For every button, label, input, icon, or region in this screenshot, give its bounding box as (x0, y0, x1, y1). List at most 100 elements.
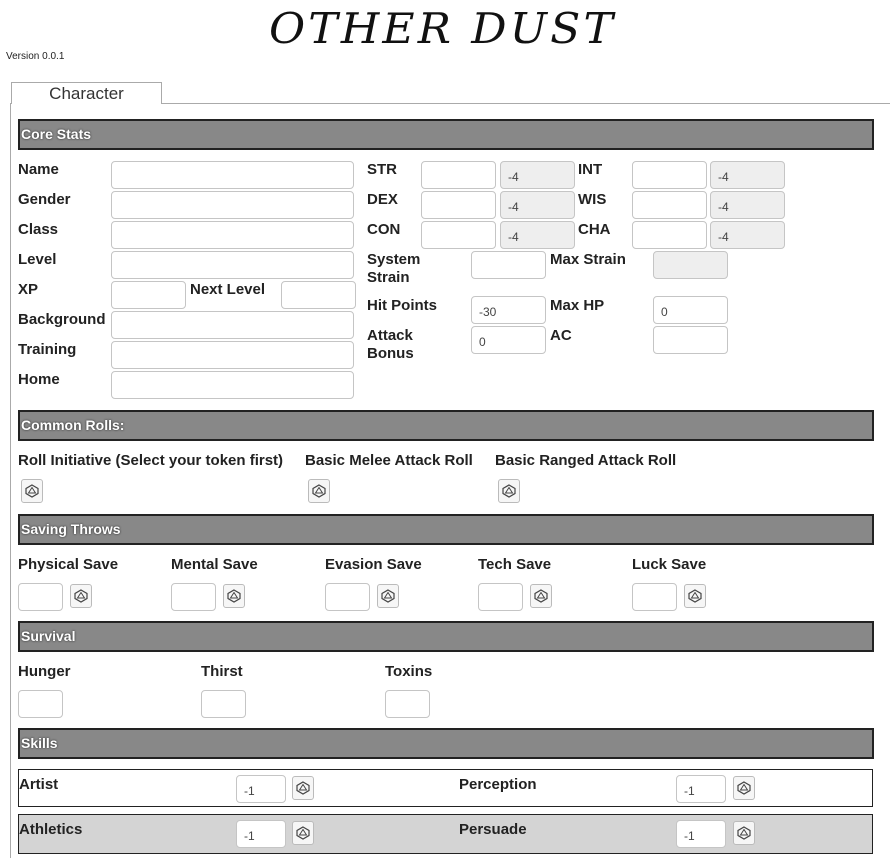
skill-persuade-input[interactable]: -1 (676, 820, 726, 848)
dice-icon (74, 589, 88, 603)
con-input[interactable] (421, 221, 496, 249)
background-label: Background (18, 311, 106, 328)
dex-label: DEX (367, 191, 398, 208)
dice-icon (688, 589, 702, 603)
dice-icon (296, 781, 310, 795)
xp-input[interactable] (111, 281, 186, 309)
mental-save-input[interactable] (171, 583, 216, 611)
attack-bonus-input[interactable]: 0 (471, 326, 546, 354)
evasion-save-label: Evasion Save (325, 556, 422, 573)
app-title: OTHER DUST (268, 4, 617, 53)
name-label: Name (18, 161, 59, 178)
system-strain-input[interactable] (471, 251, 546, 279)
toxins-input[interactable] (385, 690, 430, 718)
ac-label: AC (550, 327, 572, 344)
evasion-save-input[interactable] (325, 583, 370, 611)
section-header-common-rolls: Common Rolls: (18, 410, 874, 441)
xp-label: XP (18, 281, 39, 298)
gender-input[interactable] (111, 191, 354, 219)
attack-bonus-label-line1: Attack (367, 327, 413, 344)
dice-icon (534, 589, 548, 603)
physical-save-roll-button[interactable] (70, 584, 92, 608)
skill-name-artist: Artist (19, 776, 59, 793)
basic-melee-roll-button[interactable] (308, 479, 330, 503)
mental-save-label: Mental Save (171, 556, 258, 573)
dice-icon (296, 826, 310, 840)
dex-modifier: -4 (500, 191, 575, 219)
wis-input[interactable] (632, 191, 707, 219)
section-title: Saving Throws (21, 521, 121, 537)
next-level-input[interactable] (281, 281, 356, 309)
gender-label: Gender (18, 191, 71, 208)
hunger-label: Hunger (18, 663, 71, 680)
cha-modifier: -4 (710, 221, 785, 249)
str-modifier: -4 (500, 161, 575, 189)
dex-input[interactable] (421, 191, 496, 219)
cha-input[interactable] (632, 221, 707, 249)
skill-name-athletics: Athletics (19, 821, 83, 838)
int-input[interactable] (632, 161, 707, 189)
dice-icon (737, 826, 751, 840)
attack-bonus-label: Attack Bonus (367, 327, 414, 363)
basic-ranged-label: Basic Ranged Attack Roll (495, 452, 677, 469)
name-input[interactable] (111, 161, 354, 189)
toxins-label: Toxins (385, 663, 433, 680)
next-level-label: Next Level (190, 281, 266, 298)
max-hp-input[interactable]: 0 (653, 296, 728, 324)
background-input[interactable] (111, 311, 354, 339)
class-input[interactable] (111, 221, 354, 249)
system-strain-label-line1: System (367, 251, 421, 268)
skill-artist-roll-button[interactable] (292, 776, 314, 800)
dice-icon (502, 484, 516, 498)
max-hp-label: Max HP (550, 297, 605, 314)
dice-icon (25, 484, 39, 498)
skill-perception-input[interactable]: -1 (676, 775, 726, 803)
section-title: Core Stats (21, 126, 92, 142)
skill-perception-roll-button[interactable] (733, 776, 755, 800)
con-modifier: -4 (500, 221, 575, 249)
str-input[interactable] (421, 161, 496, 189)
tech-save-input[interactable] (478, 583, 523, 611)
system-strain-label: System Strain (367, 251, 420, 287)
section-title: Survival (21, 628, 76, 644)
roll-initiative-button[interactable] (21, 479, 43, 503)
skill-artist-input[interactable]: -1 (236, 775, 286, 803)
dice-icon (737, 781, 751, 795)
home-input[interactable] (111, 371, 354, 399)
int-label: INT (578, 161, 603, 178)
basic-ranged-roll-button[interactable] (498, 479, 520, 503)
thirst-input[interactable] (201, 690, 246, 718)
section-title: Common Rolls: (21, 417, 125, 433)
section-header-core-stats: Core Stats (18, 119, 874, 150)
physical-save-label: Physical Save (18, 556, 119, 573)
ac-input[interactable] (653, 326, 728, 354)
level-label: Level (18, 251, 57, 268)
training-label: Training (18, 341, 77, 358)
dice-icon (381, 589, 395, 603)
wis-label: WIS (578, 191, 607, 208)
evasion-save-roll-button[interactable] (377, 584, 399, 608)
training-input[interactable] (111, 341, 354, 369)
hunger-input[interactable] (18, 690, 63, 718)
cha-label: CHA (578, 221, 611, 238)
version-label: Version 0.0.1 (6, 51, 65, 62)
max-strain-value (653, 251, 728, 279)
tab-character[interactable]: Character (11, 82, 162, 104)
mental-save-roll-button[interactable] (223, 584, 245, 608)
home-label: Home (18, 371, 60, 388)
skill-athletics-input[interactable]: -1 (236, 820, 286, 848)
level-input[interactable] (111, 251, 354, 279)
dice-icon (227, 589, 241, 603)
max-strain-label: Max Strain (550, 251, 626, 268)
section-header-survival: Survival (18, 621, 874, 652)
thirst-label: Thirst (201, 663, 243, 680)
skill-athletics-roll-button[interactable] (292, 821, 314, 845)
basic-melee-label: Basic Melee Attack Roll (305, 452, 473, 469)
hit-points-input[interactable]: -30 (471, 296, 546, 324)
luck-save-roll-button[interactable] (684, 584, 706, 608)
int-modifier: -4 (710, 161, 785, 189)
tech-save-roll-button[interactable] (530, 584, 552, 608)
physical-save-input[interactable] (18, 583, 63, 611)
luck-save-input[interactable] (632, 583, 677, 611)
skill-persuade-roll-button[interactable] (733, 821, 755, 845)
